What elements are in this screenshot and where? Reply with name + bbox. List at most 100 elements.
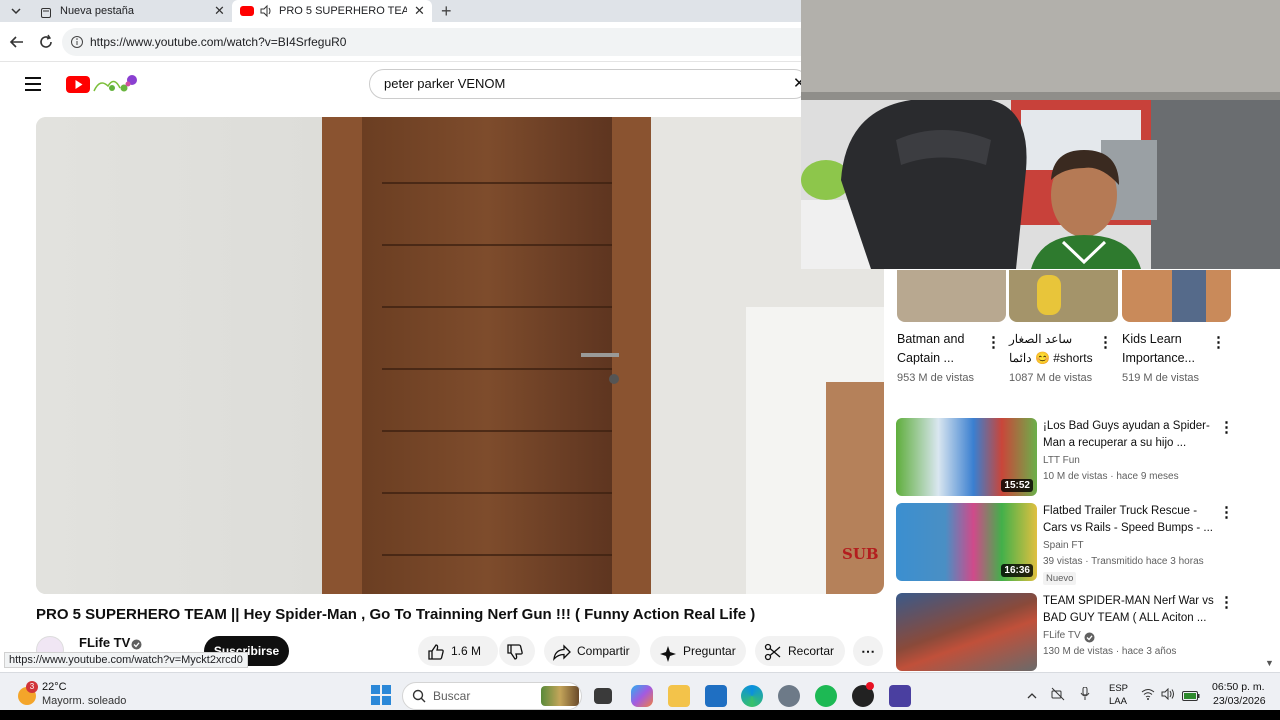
video-duration: 15:52 <box>1001 479 1033 492</box>
share-button[interactable]: Compartir <box>544 636 640 666</box>
clock-time[interactable]: 06:50 p. m. <box>1212 681 1265 693</box>
like-button[interactable]: 1.6 M <box>418 636 498 666</box>
channel-watermark: SUB <box>842 545 879 563</box>
more-vertical-icon[interactable]: ⋮ <box>1219 420 1234 435</box>
short-title[interactable]: Kids Learn Importance... <box>1122 330 1210 368</box>
short-title[interactable]: Batman and Captain ... <box>897 330 985 368</box>
no-camera-icon[interactable] <box>1051 687 1065 706</box>
tab-label: Nueva pestaña <box>60 5 134 17</box>
webcam-frame <box>801 0 1280 269</box>
thumbs-up-icon <box>427 642 445 672</box>
video-title[interactable]: ¡Los Bad Guys ayudan a Spider-Man a recu… <box>1043 418 1215 452</box>
channel-name[interactable]: LTT Fun <box>1043 454 1080 468</box>
video-meta: 10 M de vistas · hace 9 meses <box>1043 471 1179 482</box>
scroll-down-arrow-icon[interactable]: ▼ <box>1265 658 1274 668</box>
tab-new-tab[interactable]: Nueva pestaña ✕ <box>30 0 230 22</box>
short-title[interactable]: ساعد الصغار دائما 😊 #shorts <box>1009 330 1097 368</box>
video-thumbnail[interactable]: 15:52 <box>896 418 1037 496</box>
url-text[interactable]: https://www.youtube.com/watch?v=BI4Srfeg… <box>90 28 346 56</box>
sparkle-icon <box>660 643 676 673</box>
more-vertical-icon[interactable]: ⋮ <box>1219 505 1234 520</box>
search-highlight-image <box>541 686 579 706</box>
page-icon <box>40 5 52 18</box>
new-badge: Nuevo <box>1043 572 1077 585</box>
file-explorer-icon[interactable] <box>668 685 690 707</box>
tab-label: PRO 5 SUPERHERO TEAM || H <box>279 5 407 17</box>
clip-label: Recortar <box>788 644 835 658</box>
clip-button[interactable]: Recortar <box>755 636 845 666</box>
scissors-icon <box>764 642 782 672</box>
related-video-card[interactable]: 15:52 ¡Los Bad Guys ayudan a Spider-Man … <box>896 418 1236 498</box>
reload-icon[interactable] <box>38 34 54 55</box>
video-meta: 39 vistas · Transmitido hace 3 horas <box>1043 556 1204 567</box>
webcam-overlay <box>801 0 1280 269</box>
ask-button[interactable]: Preguntar <box>650 636 746 666</box>
video-thumbnail[interactable]: 16:36 <box>896 503 1037 581</box>
notification-dot <box>866 682 874 690</box>
short-thumbnail[interactable] <box>897 270 1006 322</box>
channel-name[interactable]: FLife TV <box>1043 629 1081 643</box>
more-vertical-icon[interactable]: ⋮ <box>1219 595 1234 610</box>
new-tab-icon[interactable]: + <box>441 0 452 22</box>
store-icon[interactable] <box>705 685 727 707</box>
tab-list-chevron-icon[interactable] <box>8 3 24 19</box>
tab-active-video[interactable]: PRO 5 SUPERHERO TEAM || H ✕ <box>232 0 432 22</box>
search-input[interactable]: peter parker VENOM <box>369 69 809 99</box>
more-vertical-icon[interactable]: ⋮ <box>1098 335 1113 350</box>
close-tab-icon[interactable]: ✕ <box>214 0 225 22</box>
weather-desc: Mayorm. soleado <box>42 695 127 707</box>
more-horizontal-icon: ⋯ <box>861 643 875 659</box>
language-bottom[interactable]: LAA <box>1109 696 1127 707</box>
wifi-icon[interactable] <box>1141 687 1155 705</box>
battery-icon[interactable] <box>1182 688 1200 706</box>
clock-date[interactable]: 23/03/2026 <box>1213 695 1266 707</box>
share-icon <box>553 642 571 672</box>
taskbar-search-placeholder: Buscar <box>433 689 471 703</box>
hamburger-menu-icon[interactable] <box>25 77 41 96</box>
video-duration: 16:36 <box>1001 564 1033 577</box>
short-thumbnail[interactable] <box>1009 270 1118 322</box>
edge-icon[interactable] <box>741 685 763 707</box>
share-label: Compartir <box>577 644 630 658</box>
video-player[interactable]: SUB <box>36 117 884 594</box>
task-view-icon[interactable] <box>594 688 612 704</box>
more-vertical-icon[interactable]: ⋮ <box>986 335 1001 350</box>
site-info-icon[interactable] <box>70 35 84 54</box>
taskbar-search[interactable]: Buscar <box>402 682 582 710</box>
more-actions-button[interactable]: ⋯ <box>853 636 883 666</box>
language-top[interactable]: ESP <box>1109 683 1128 694</box>
search-query[interactable]: peter parker VENOM <box>384 70 505 98</box>
copilot-icon[interactable] <box>631 685 653 707</box>
ask-label: Preguntar <box>683 644 736 658</box>
show-hidden-icons-chevron-icon[interactable] <box>1027 688 1037 706</box>
related-video-card[interactable]: TEAM SPIDER-MAN Nerf War vs BAD GUY TEAM… <box>896 593 1236 673</box>
channel-name[interactable]: Spain FT <box>1043 539 1084 553</box>
weather-temp: 22°C <box>42 681 67 693</box>
video-app-icon[interactable] <box>889 685 911 707</box>
link-status-bar: https://www.youtube.com/watch?v=Myckt2xr… <box>4 652 248 668</box>
address-bar[interactable]: https://www.youtube.com/watch?v=BI4Srfeg… <box>62 28 822 56</box>
like-count: 1.6 M <box>451 644 482 658</box>
windows-start-icon[interactable] <box>371 685 391 710</box>
search-icon <box>412 689 426 708</box>
weather-alert-badge: 3 <box>26 681 38 693</box>
microphone-icon[interactable] <box>1080 686 1090 706</box>
settings-gear-icon[interactable] <box>778 685 800 707</box>
video-title[interactable]: TEAM SPIDER-MAN Nerf War vs BAD GUY TEAM… <box>1043 593 1215 627</box>
more-vertical-icon[interactable]: ⋮ <box>1211 335 1226 350</box>
video-meta: 130 M de vistas · hace 3 años <box>1043 646 1177 657</box>
close-tab-icon[interactable]: ✕ <box>414 0 425 22</box>
back-arrow-icon[interactable] <box>9 34 25 55</box>
video-thumbnail[interactable] <box>896 593 1037 671</box>
volume-icon[interactable] <box>1161 687 1175 705</box>
short-thumbnail[interactable] <box>1122 270 1231 322</box>
related-video-card[interactable]: 16:36 Flatbed Trailer Truck Rescue - Car… <box>896 503 1236 585</box>
video-title[interactable]: Flatbed Trailer Truck Rescue - Cars vs R… <box>1043 503 1215 537</box>
short-thumbnail-figure <box>1172 270 1206 322</box>
youtube-logo[interactable] <box>66 74 142 96</box>
channel-name[interactable]: FLife TV <box>79 635 130 650</box>
spotify-icon[interactable] <box>815 685 837 707</box>
short-views: 1087 M de vistas <box>1009 372 1093 384</box>
dislike-button[interactable] <box>499 636 535 666</box>
thumbs-down-icon <box>506 642 524 672</box>
